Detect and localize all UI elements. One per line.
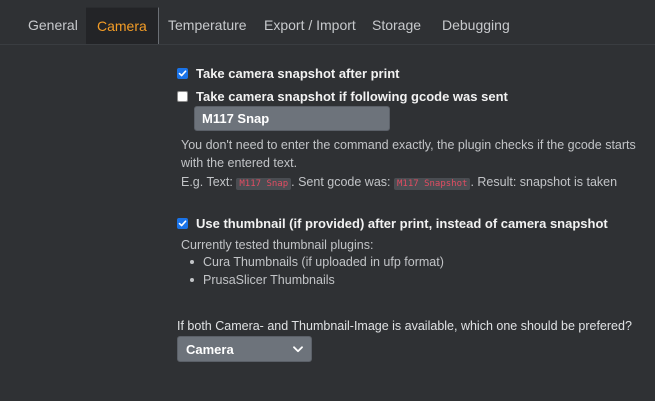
prefer-image-select[interactable]: Camera <box>177 336 312 362</box>
checkmark-icon <box>178 220 187 227</box>
snapshot-after-print-label: Take camera snapshot after print <box>196 66 400 81</box>
snapshot-on-gcode-label: Take camera snapshot if following gcode … <box>196 89 508 104</box>
example-suffix: . Result: snapshot is taken <box>470 175 618 189</box>
use-thumbnail-checkbox[interactable] <box>177 218 188 229</box>
prefer-image-question: If both Camera- and Thumbnail-Image is a… <box>177 319 632 333</box>
gcode-input[interactable]: M117 Snap <box>194 106 390 131</box>
bullet-icon <box>190 277 194 282</box>
snapshot-after-print-checkbox[interactable] <box>177 68 188 79</box>
example-text-code: M117 Snap <box>236 178 292 190</box>
plugin-name: PrusaSlicer Thumbnails <box>203 273 335 287</box>
gcode-example: E.g. Text: M117 Snap. Sent gcode was: M1… <box>181 175 618 190</box>
tab-temperature[interactable]: Temperature <box>168 7 247 43</box>
checkmark-icon <box>178 70 187 77</box>
tab-debugging[interactable]: Debugging <box>442 7 510 43</box>
gcode-help-line-1: You don't need to enter the command exac… <box>181 138 636 152</box>
tab-camera[interactable]: Camera <box>86 7 159 44</box>
prefer-image-selected: Camera <box>186 341 234 357</box>
use-thumbnail-label: Use thumbnail (if provided) after print,… <box>196 216 608 231</box>
example-middle: . Sent gcode was: <box>291 175 394 189</box>
snapshot-after-print-option[interactable]: Take camera snapshot after print <box>177 66 400 81</box>
list-item: PrusaSlicer Thumbnails <box>190 271 444 289</box>
example-prefix: E.g. Text: <box>181 175 237 189</box>
chevron-down-icon <box>293 345 303 352</box>
settings-tabs: General Camera Temperature Export / Impo… <box>0 0 655 45</box>
tested-plugins-list: Cura Thumbnails (if uploaded in ufp form… <box>190 253 444 289</box>
tab-storage[interactable]: Storage <box>372 7 421 43</box>
plugin-name: Cura Thumbnails (if uploaded in ufp form… <box>203 255 444 269</box>
gcode-input-value: M117 Snap <box>202 111 270 126</box>
gcode-help-line-2: with the entered text. <box>181 156 298 170</box>
example-sent-code: M117 Snapshot <box>393 178 471 190</box>
tab-general[interactable]: General <box>28 7 78 43</box>
settings-page: General Camera Temperature Export / Impo… <box>0 0 655 401</box>
list-item: Cura Thumbnails (if uploaded in ufp form… <box>190 253 444 271</box>
use-thumbnail-option[interactable]: Use thumbnail (if provided) after print,… <box>177 216 608 231</box>
tested-plugins-heading: Currently tested thumbnail plugins: <box>181 238 374 252</box>
snapshot-on-gcode-option[interactable]: Take camera snapshot if following gcode … <box>177 89 508 104</box>
bullet-icon <box>190 259 194 264</box>
tab-export-import[interactable]: Export / Import <box>264 7 356 43</box>
snapshot-on-gcode-checkbox[interactable] <box>177 91 188 102</box>
